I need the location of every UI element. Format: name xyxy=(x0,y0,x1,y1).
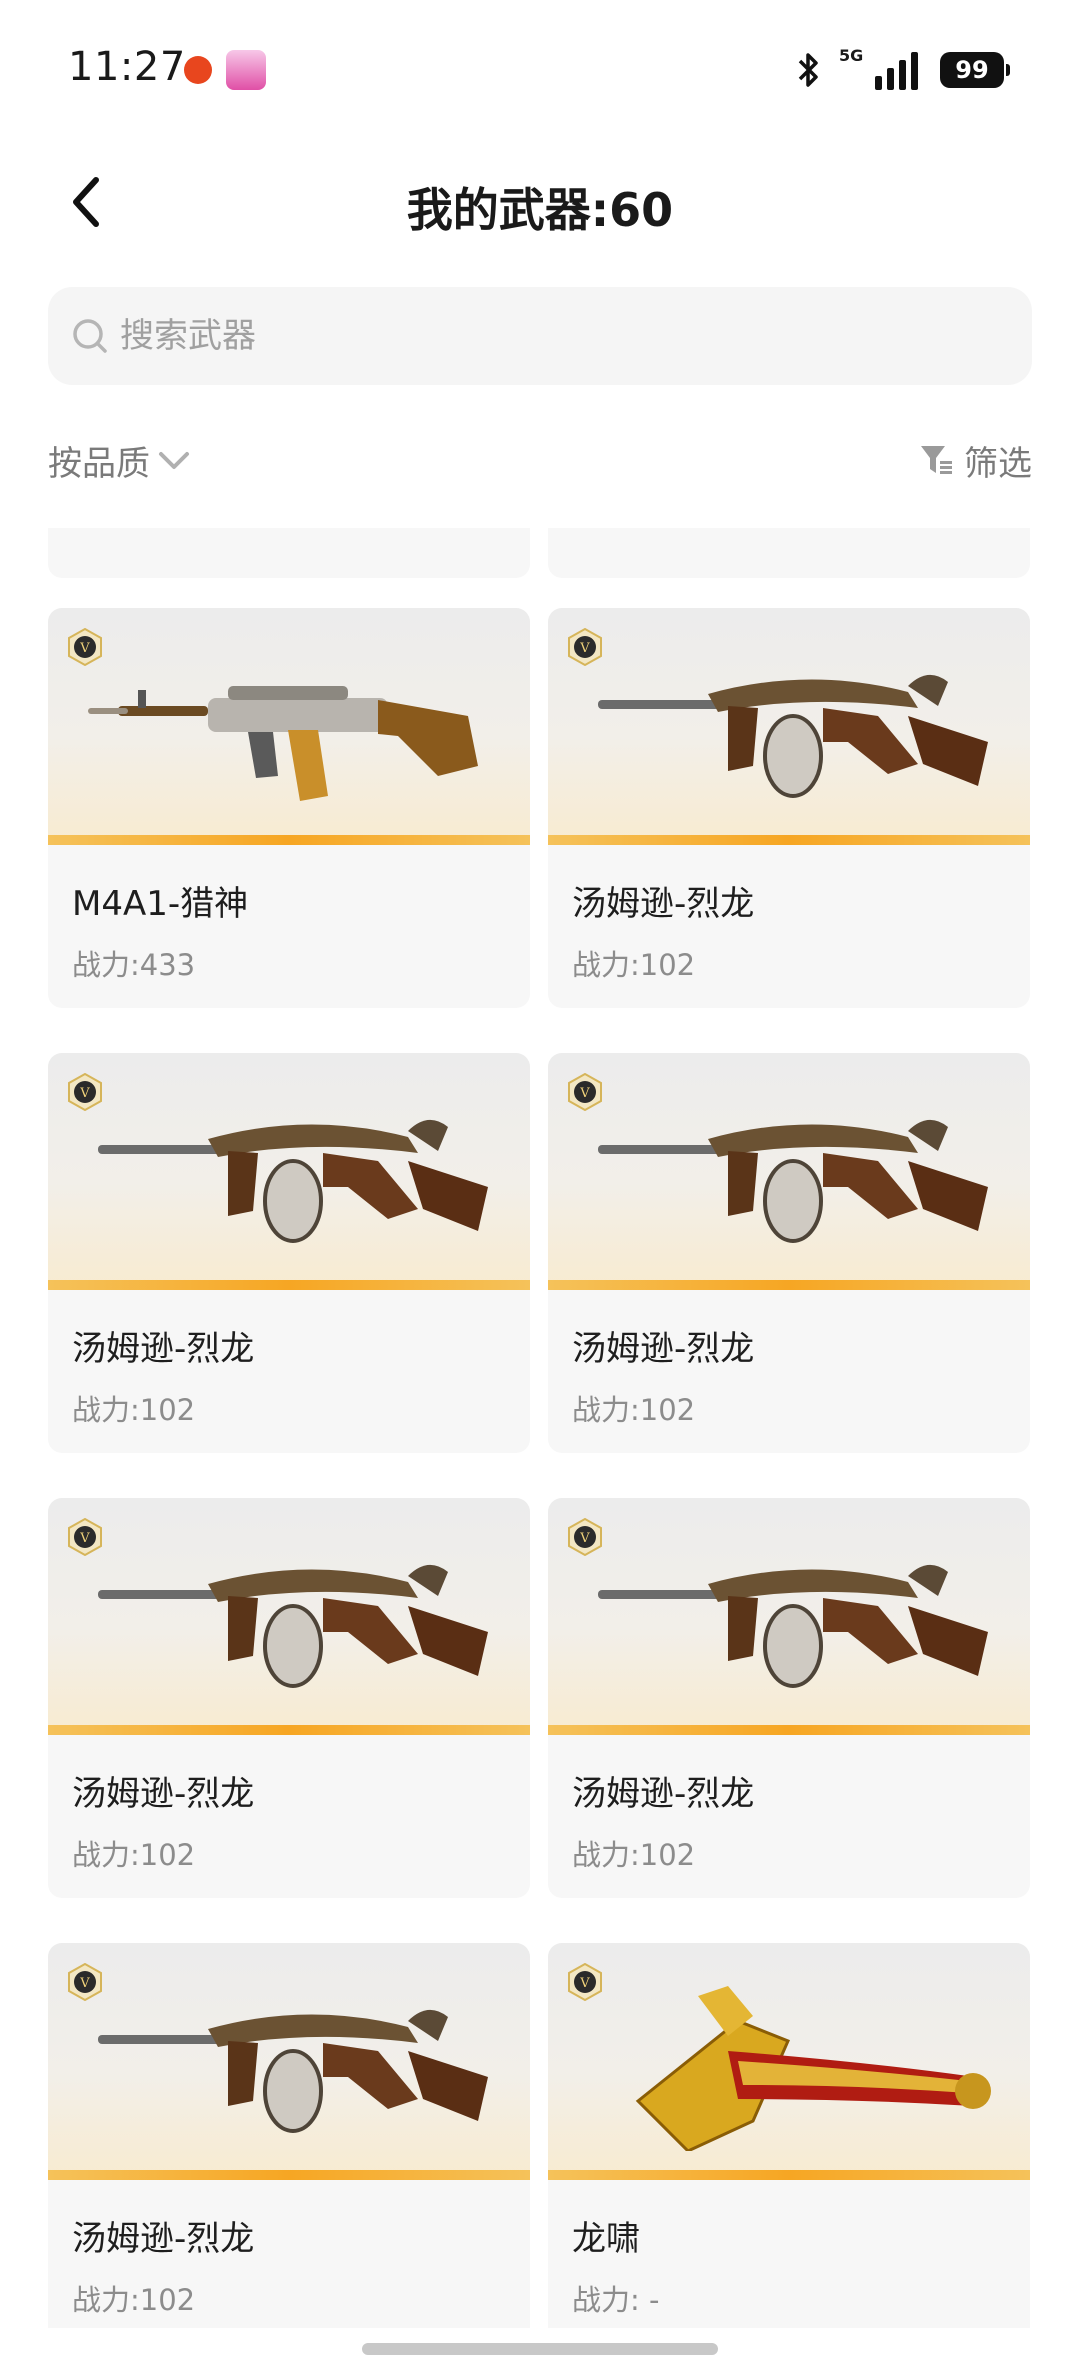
weapon-image: V xyxy=(48,1053,530,1290)
filter-row: 按品质 筛选 xyxy=(48,430,1032,490)
rarity-strip xyxy=(48,1725,530,1735)
weapon-card[interactable]: V 龙啸 战力: - xyxy=(548,1943,1030,2328)
filter-label: 筛选 xyxy=(964,443,1032,484)
weapon-card-partial[interactable] xyxy=(48,528,530,578)
search-icon xyxy=(73,319,107,353)
weapon-card[interactable]: V 汤姆逊-烈龙 战力:102 xyxy=(48,1943,530,2328)
svg-text:V: V xyxy=(79,1086,90,1101)
weapon-card[interactable]: V 汤姆逊-烈龙 战力:102 xyxy=(48,1053,530,1453)
battery-icon: 99 xyxy=(940,52,1010,88)
weapon-smg-image xyxy=(98,1119,488,1243)
weapon-smg-image xyxy=(98,2009,488,2133)
weapon-card[interactable]: V 汤姆逊-烈龙 战力:102 xyxy=(48,1498,530,1898)
svg-text:V: V xyxy=(79,641,90,656)
v-badge-icon: V xyxy=(68,1518,102,1556)
weapon-smg-image xyxy=(598,1119,988,1243)
weapon-power: 战力:102 xyxy=(72,1393,196,1427)
app-notification-icon-2 xyxy=(226,50,266,90)
weapon-power: 战力:102 xyxy=(572,948,696,982)
weapon-name: 汤姆逊-烈龙 xyxy=(72,1774,255,1814)
svg-text:V: V xyxy=(579,641,590,656)
svg-text:V: V xyxy=(79,1976,90,1991)
weapon-image: V xyxy=(48,1943,530,2180)
chevron-down-icon xyxy=(159,452,189,469)
weapon-rifle-image xyxy=(88,686,478,801)
weapon-image: V xyxy=(548,608,1030,845)
home-indicator[interactable] xyxy=(362,2343,718,2355)
weapon-power: 战力:102 xyxy=(72,2283,196,2317)
sort-label: 按品质 xyxy=(48,443,150,484)
weapon-smg-image xyxy=(598,674,988,798)
weapon-grid: V M4A1-猎神 战力:433 V 汤姆逊-烈龙 战力:102 V 汤姆逊-烈… xyxy=(0,528,1080,2328)
weapon-power: 战力:102 xyxy=(72,1838,196,1872)
page-title: 我的武器:60 xyxy=(406,183,674,237)
filter-button[interactable]: 筛选 xyxy=(918,436,1032,485)
v-badge-icon: V xyxy=(568,1963,602,2001)
status-time: 11:27 xyxy=(68,44,186,90)
nav-bar: 我的武器:60 xyxy=(0,150,1080,260)
weapon-image: V xyxy=(48,1498,530,1735)
svg-text:V: V xyxy=(79,1531,90,1546)
weapon-image: V xyxy=(548,1498,1030,1735)
weapon-power: 战力:102 xyxy=(572,1838,696,1872)
battery-level: 99 xyxy=(955,56,989,84)
bluetooth-icon xyxy=(798,53,818,87)
v-badge-icon: V xyxy=(568,1073,602,1111)
v-badge-icon: V xyxy=(68,1963,102,2001)
weapon-name: 汤姆逊-烈龙 xyxy=(72,2219,255,2259)
weapon-name: 龙啸 xyxy=(572,2219,640,2259)
weapon-axe-image xyxy=(635,1986,991,2151)
rarity-strip xyxy=(48,1280,530,1290)
rarity-strip xyxy=(48,2170,530,2180)
v-badge-icon: V xyxy=(68,1073,102,1111)
weapon-name: 汤姆逊-烈龙 xyxy=(572,1329,755,1369)
v-badge-icon: V xyxy=(568,1518,602,1556)
weapon-card-partial[interactable] xyxy=(548,528,1030,578)
network-type: 5G xyxy=(839,46,864,65)
svg-text:V: V xyxy=(579,1086,590,1101)
weapon-smg-image xyxy=(98,1564,488,1688)
search-box[interactable] xyxy=(48,287,1032,385)
weapon-power: 战力: - xyxy=(572,2283,660,2317)
app-notification-icon xyxy=(184,56,212,84)
weapon-name: 汤姆逊-烈龙 xyxy=(572,1774,755,1814)
weapon-card[interactable]: V M4A1-猎神 战力:433 xyxy=(48,608,530,1008)
rarity-strip xyxy=(548,835,1030,845)
weapon-power: 战力:433 xyxy=(72,948,196,982)
status-indicators: 5G 99 xyxy=(795,46,1010,92)
weapon-power: 战力:102 xyxy=(572,1393,696,1427)
weapon-image: V xyxy=(48,608,530,845)
v-badge-icon: V xyxy=(68,628,102,666)
v-badge-icon: V xyxy=(568,628,602,666)
weapon-smg-image xyxy=(598,1564,988,1688)
rarity-strip xyxy=(548,2170,1030,2180)
weapon-image: V xyxy=(548,1053,1030,1290)
rarity-strip xyxy=(548,1725,1030,1735)
weapon-name: 汤姆逊-烈龙 xyxy=(572,884,755,924)
sort-by-quality-dropdown[interactable]: 按品质 xyxy=(48,436,192,485)
status-bar: 11:27 5G 99 xyxy=(0,0,1080,130)
weapon-card[interactable]: V 汤姆逊-烈龙 战力:102 xyxy=(548,1498,1030,1898)
svg-text:V: V xyxy=(579,1976,590,1991)
rarity-strip xyxy=(548,1280,1030,1290)
svg-text:V: V xyxy=(579,1531,590,1546)
weapon-name: 汤姆逊-烈龙 xyxy=(72,1329,255,1369)
weapon-image: V xyxy=(548,1943,1030,2180)
signal-icon: 5G xyxy=(839,46,918,90)
weapon-card[interactable]: V 汤姆逊-烈龙 战力:102 xyxy=(548,1053,1030,1453)
filter-icon xyxy=(921,446,952,474)
search-input[interactable] xyxy=(120,316,980,356)
weapon-name: M4A1-猎神 xyxy=(72,884,249,924)
weapon-card[interactable]: V 汤姆逊-烈龙 战力:102 xyxy=(548,608,1030,1008)
rarity-strip xyxy=(48,835,530,845)
